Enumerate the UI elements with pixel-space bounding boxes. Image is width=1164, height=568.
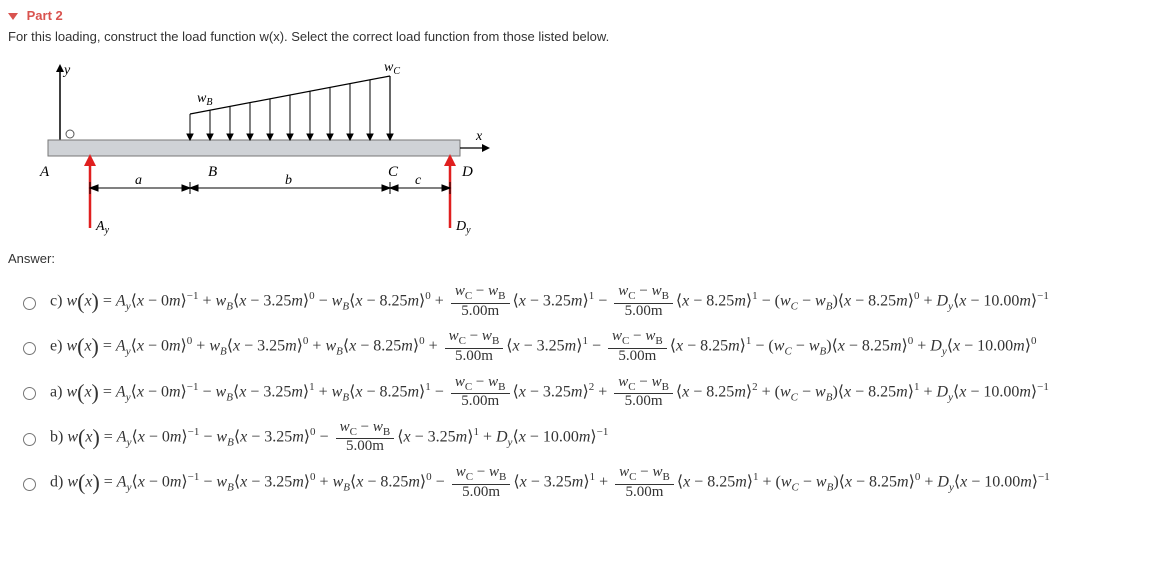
option-radio[interactable] — [23, 387, 36, 400]
option-radio[interactable] — [23, 342, 36, 355]
beam-diagram: y x wB wC Ay — [30, 58, 1156, 241]
C-label: C — [388, 164, 399, 180]
options-group: c) w(x) = Ay⟨x − 0m⟩−1 + wB⟨x − 3.25m⟩0 … — [18, 284, 1156, 500]
option-row: c) w(x) = Ay⟨x − 0m⟩−1 + wB⟨x − 3.25m⟩0 … — [18, 284, 1156, 319]
y-axis-label: y — [62, 63, 71, 78]
option-row: b) w(x) = Ay⟨x − 0m⟩−1 − wB⟨x − 3.25m⟩0 … — [18, 420, 1156, 455]
Dy-label: Dy — [455, 219, 471, 236]
option-equation: a) w(x) = Ay⟨x − 0m⟩−1 − wB⟨x − 3.25m⟩1 … — [50, 375, 1049, 410]
option-equation: b) w(x) = Ay⟨x − 0m⟩−1 − wB⟨x − 3.25m⟩0 … — [50, 420, 608, 455]
option-row: e) w(x) = Ay⟨x − 0m⟩0 + wB⟨x − 3.25m⟩0 +… — [18, 329, 1156, 364]
option-radio[interactable] — [23, 297, 36, 310]
A-label: A — [39, 164, 50, 180]
option-equation: d) w(x) = Ay⟨x − 0m⟩−1 − wB⟨x − 3.25m⟩0 … — [50, 465, 1050, 500]
dim-a: a — [135, 173, 142, 188]
option-row: d) w(x) = Ay⟨x − 0m⟩−1 − wB⟨x − 3.25m⟩0 … — [18, 465, 1156, 500]
wC-label: wC — [384, 60, 400, 77]
question-text: For this loading, construct the load fun… — [8, 29, 1156, 44]
collapse-icon — [8, 13, 18, 20]
answer-label: Answer: — [8, 251, 1156, 266]
option-equation: c) w(x) = Ay⟨x − 0m⟩−1 + wB⟨x − 3.25m⟩0 … — [50, 284, 1049, 319]
part-header: Part 2 — [8, 8, 1156, 23]
option-row: a) w(x) = Ay⟨x − 0m⟩−1 − wB⟨x − 3.25m⟩1 … — [18, 375, 1156, 410]
dim-c: c — [415, 173, 422, 188]
x-axis-label: x — [475, 129, 483, 144]
D-label: D — [461, 164, 473, 180]
dim-b: b — [285, 173, 292, 188]
option-radio[interactable] — [23, 478, 36, 491]
wB-label: wB — [197, 91, 212, 108]
Ay-label: Ay — [95, 219, 110, 236]
part-label: Part 2 — [27, 8, 63, 23]
option-equation: e) w(x) = Ay⟨x − 0m⟩0 + wB⟨x − 3.25m⟩0 +… — [50, 329, 1036, 364]
B-label: B — [208, 164, 217, 180]
option-radio[interactable] — [23, 433, 36, 446]
